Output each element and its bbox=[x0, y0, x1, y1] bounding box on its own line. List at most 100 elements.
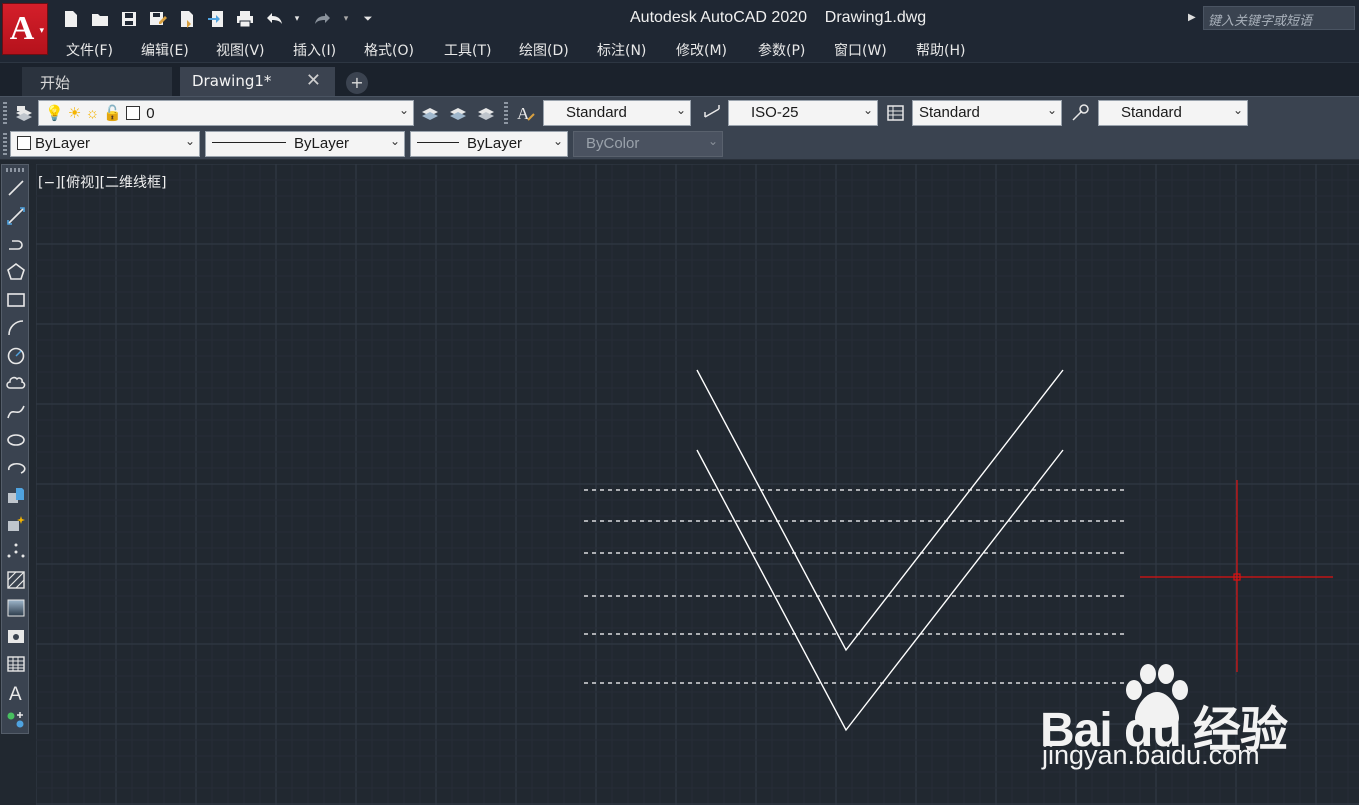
chevron-down-icon: ⌄ bbox=[1046, 103, 1057, 117]
ellipse-arc-icon[interactable] bbox=[5, 457, 27, 479]
layer-dropdown[interactable]: 💡 ☀ ☼ 🔓 0 ⌄ bbox=[38, 100, 414, 126]
multileader-style-value: Standard bbox=[1121, 104, 1182, 121]
chevron-down-icon: ⌄ bbox=[675, 103, 686, 117]
hatch-icon[interactable] bbox=[5, 569, 27, 591]
crosshair-cursor bbox=[1140, 480, 1333, 672]
toolbar-grip[interactable] bbox=[504, 102, 508, 124]
table-style-value: Standard bbox=[919, 104, 980, 121]
menu-window[interactable]: 窗口(W) bbox=[834, 40, 887, 60]
outer-v-polyline[interactable] bbox=[696, 449, 1064, 732]
new-tab-button[interactable]: + bbox=[346, 72, 368, 94]
inner-v-polyline[interactable] bbox=[696, 369, 1064, 652]
revision-cloud-icon[interactable] bbox=[5, 373, 27, 395]
open-icon[interactable] bbox=[89, 8, 111, 30]
new-icon[interactable] bbox=[60, 8, 82, 30]
table-icon[interactable] bbox=[5, 653, 27, 675]
chevron-down-icon: ⌄ bbox=[552, 134, 563, 148]
region-icon[interactable] bbox=[5, 625, 27, 647]
multiline-text-icon[interactable]: A bbox=[5, 681, 27, 703]
customize-icon[interactable]: ⏷ bbox=[357, 8, 379, 30]
multileader-style-icon[interactable] bbox=[1068, 101, 1092, 125]
lineweight-sample bbox=[417, 142, 459, 143]
window-title: Autodesk AutoCAD 2020 Drawing1.dwg bbox=[630, 9, 927, 26]
chevron-down-icon: ⌄ bbox=[707, 134, 718, 148]
construction-line-icon[interactable] bbox=[5, 205, 27, 227]
lightbulb-icon: 💡 bbox=[45, 105, 64, 122]
properties-toolbar: ByLayer ⌄ ByLayer ⌄ ByLayer ⌄ ByColor ⌄ bbox=[0, 128, 1359, 160]
spline-icon[interactable] bbox=[5, 401, 27, 423]
add-selected-icon[interactable] bbox=[5, 709, 27, 731]
toolbar-grip[interactable] bbox=[3, 133, 7, 155]
application-menu-button[interactable]: A ▾ bbox=[2, 3, 48, 55]
layer-properties-icon[interactable] bbox=[12, 101, 36, 125]
export-icon[interactable] bbox=[205, 8, 227, 30]
layer-states-icon[interactable] bbox=[474, 101, 498, 125]
polyline-icon[interactable] bbox=[5, 233, 27, 255]
unlock-icon: 🔓 bbox=[103, 105, 123, 122]
menu-tools[interactable]: 工具(T) bbox=[444, 40, 491, 60]
polygon-icon[interactable] bbox=[5, 261, 27, 283]
tab-start-label: 开始 bbox=[40, 74, 71, 92]
dimension-style-value: ISO-25 bbox=[751, 104, 799, 121]
text-style-icon[interactable]: A bbox=[514, 101, 538, 125]
table-style-icon[interactable] bbox=[884, 101, 908, 125]
redo-icon[interactable] bbox=[312, 8, 334, 30]
draw-toolbar: A bbox=[1, 164, 29, 734]
svg-text:A: A bbox=[9, 684, 22, 702]
menu-dimension[interactable]: 标注(N) bbox=[597, 40, 646, 60]
menu-bar: 文件(F) 编辑(E) 视图(V) 插入(I) 格式(O) 工具(T) 绘图(D… bbox=[0, 38, 1359, 62]
linetype-dropdown[interactable]: ByLayer ⌄ bbox=[205, 131, 405, 157]
undo-dropdown-icon[interactable]: ▾ bbox=[292, 8, 302, 30]
text-style-value: Standard bbox=[566, 104, 627, 121]
menu-modify[interactable]: 修改(M) bbox=[676, 40, 727, 60]
close-icon[interactable]: ✕ bbox=[306, 70, 321, 91]
autocad-logo-icon: A bbox=[9, 10, 35, 47]
color-dropdown[interactable]: ByLayer ⌄ bbox=[10, 131, 200, 157]
menu-help[interactable]: 帮助(H) bbox=[916, 40, 965, 60]
toolbar-grip[interactable] bbox=[6, 168, 24, 172]
dimension-style-icon[interactable] bbox=[701, 101, 725, 125]
tab-drawing1-label: Drawing1* bbox=[192, 72, 272, 90]
color-swatch bbox=[17, 136, 31, 150]
caret-down-icon: ▾ bbox=[39, 26, 44, 36]
plot-style-value: ByColor bbox=[586, 135, 640, 152]
multileader-style-dropdown[interactable]: Standard ⌄ bbox=[1098, 100, 1248, 126]
arc-icon[interactable] bbox=[5, 317, 27, 339]
point-icon[interactable] bbox=[5, 541, 27, 563]
tab-drawing1[interactable]: Drawing1* ✕ bbox=[180, 67, 335, 97]
table-style-dropdown[interactable]: Standard ⌄ bbox=[912, 100, 1062, 126]
tab-start[interactable]: 开始 bbox=[22, 67, 172, 97]
circle-icon[interactable] bbox=[5, 345, 27, 367]
menu-file[interactable]: 文件(F) bbox=[66, 40, 113, 60]
search-input[interactable]: 键入关键字或短语 bbox=[1203, 6, 1355, 30]
undo-icon[interactable] bbox=[263, 8, 285, 30]
ellipse-icon[interactable] bbox=[5, 429, 27, 451]
make-block-icon[interactable] bbox=[5, 513, 27, 535]
lineweight-value: ByLayer bbox=[467, 135, 523, 152]
menu-draw[interactable]: 绘图(D) bbox=[519, 40, 569, 60]
layer-previous-icon[interactable] bbox=[446, 101, 470, 125]
menu-insert[interactable]: 插入(I) bbox=[293, 40, 336, 60]
rectangle-icon[interactable] bbox=[5, 289, 27, 311]
caret-right-icon[interactable]: ▶ bbox=[1188, 12, 1196, 23]
plot-icon[interactable] bbox=[234, 8, 256, 30]
line-icon[interactable] bbox=[5, 177, 27, 199]
save-icon[interactable] bbox=[118, 8, 140, 30]
publish-icon[interactable] bbox=[176, 8, 198, 30]
linetype-value: ByLayer bbox=[294, 135, 350, 152]
insert-block-icon[interactable] bbox=[5, 485, 27, 507]
make-current-layer-icon[interactable] bbox=[418, 101, 442, 125]
chevron-down-icon: ⌄ bbox=[862, 103, 873, 117]
gradient-icon[interactable] bbox=[5, 597, 27, 619]
menu-format[interactable]: 格式(O) bbox=[364, 40, 414, 60]
plot-style-dropdown: ByColor ⌄ bbox=[573, 131, 723, 157]
save-as-icon[interactable] bbox=[147, 8, 169, 30]
toolbar-grip[interactable] bbox=[3, 102, 7, 124]
redo-dropdown-icon[interactable]: ▾ bbox=[341, 8, 351, 30]
lineweight-dropdown[interactable]: ByLayer ⌄ bbox=[410, 131, 568, 157]
menu-edit[interactable]: 编辑(E) bbox=[141, 40, 189, 60]
menu-parametric[interactable]: 参数(P) bbox=[758, 40, 805, 60]
text-style-dropdown[interactable]: Standard ⌄ bbox=[543, 100, 691, 126]
dimension-style-dropdown[interactable]: ISO-25 ⌄ bbox=[728, 100, 878, 126]
menu-view[interactable]: 视图(V) bbox=[216, 40, 265, 60]
